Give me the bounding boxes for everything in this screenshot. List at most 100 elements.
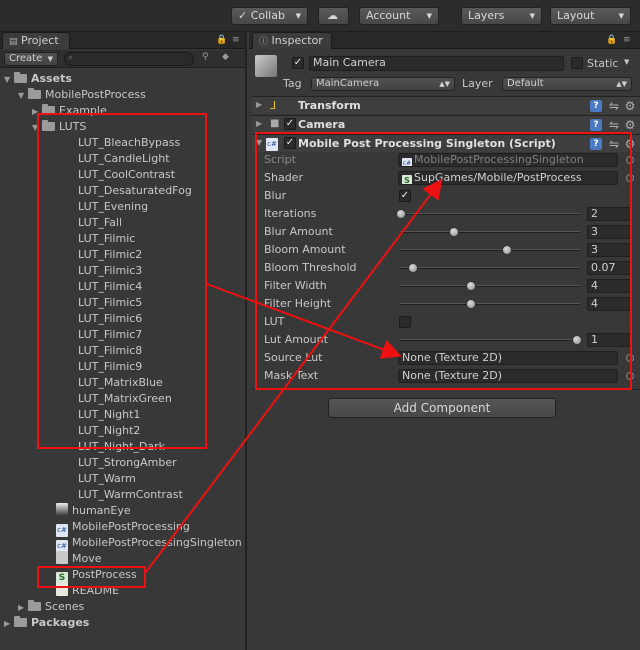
tree-item[interactable]: LUT_DesaturatedFog — [60, 183, 192, 199]
create-dropdown[interactable]: Create ▼ — [4, 52, 58, 66]
slider-value-field[interactable]: 4 — [587, 279, 631, 293]
tree-item[interactable]: c# MobilePostProcessing — [46, 519, 190, 537]
add-component-button[interactable]: Add Component — [328, 398, 556, 418]
slider-thumb[interactable] — [501, 245, 512, 255]
preset-icon[interactable]: ⇋ — [608, 100, 620, 112]
tree-item[interactable]: LUT_Filmic — [60, 231, 135, 247]
tree-item[interactable]: LUT_Filmic9 — [60, 359, 142, 375]
object-picker-icon[interactable] — [626, 354, 634, 362]
tree-item[interactable]: LUT_Filmic2 — [60, 247, 142, 263]
slider-value-field[interactable]: 0.07 — [587, 261, 631, 275]
blur-checkbox[interactable]: ✓ — [399, 190, 411, 202]
slider-value-field[interactable]: 3 — [587, 243, 631, 257]
lut-amount-slider[interactable] — [400, 339, 580, 341]
fold-open-icon[interactable]: ▼ — [4, 72, 14, 88]
fold-arrow-icon[interactable]: ▶ — [256, 119, 262, 128]
lock-icon[interactable]: 🔒 — [216, 35, 227, 45]
object-picker-icon[interactable] — [626, 372, 634, 380]
slider-value-field[interactable]: 4 — [587, 297, 631, 311]
camera-enabled-checkbox[interactable]: ✓ — [284, 118, 296, 130]
tab-project[interactable]: ▤ Project — [2, 32, 70, 49]
lock-icon[interactable]: 🔒 — [606, 35, 617, 45]
tab-menu-icon[interactable]: ≡ — [623, 35, 631, 45]
chevron-down-icon[interactable]: ▼ — [624, 58, 629, 66]
tree-item[interactable]: ▶ Packages — [4, 615, 89, 631]
tag-dropdown[interactable]: MainCamera ▲▼ — [311, 77, 455, 91]
camera-header[interactable]: ▶ ■ ✓ Camera ? ⇋ ⚙ — [252, 115, 640, 133]
tree-item[interactable]: LUT_CandleLight — [60, 151, 170, 167]
object-picker-icon[interactable] — [626, 156, 634, 164]
tree-item[interactable]: LUT_WarmContrast — [60, 487, 183, 503]
search-input[interactable]: ⌕ — [64, 52, 194, 66]
object-picker-icon[interactable] — [626, 174, 634, 182]
tab-inspector[interactable]: ⓘ Inspector — [252, 32, 332, 49]
tree-item[interactable]: LUT_StrongAmber — [60, 455, 177, 471]
tree-item[interactable]: ▶ Scenes — [18, 599, 84, 615]
transform-header[interactable]: ▶ ⅃ Transform ? ⇋ ⚙ — [252, 96, 640, 114]
tree-item[interactable]: ▼ LUTS — [32, 119, 86, 135]
layout-button[interactable]: Layout ▼ — [550, 7, 631, 25]
tree-item[interactable]: c# MobilePostProcessingSingleton — [46, 535, 242, 553]
active-checkbox[interactable]: ✓ — [292, 57, 304, 69]
slider-track[interactable] — [400, 213, 580, 215]
tree-item[interactable]: LUT_Filmic6 — [60, 311, 142, 327]
tree-item[interactable]: Move — [46, 551, 102, 567]
help-icon[interactable]: ? — [590, 138, 602, 150]
slider-track[interactable] — [400, 285, 580, 287]
layer-dropdown[interactable]: Default ▲▼ — [502, 77, 632, 91]
slider-thumb[interactable] — [448, 227, 459, 237]
tree-item[interactable]: LUT_Filmic5 — [60, 295, 142, 311]
script-component-header[interactable]: ▼ c# ✓ Mobile Post Processing Singleton … — [252, 134, 640, 152]
tree-item[interactable]: LUT_Fall — [60, 215, 122, 231]
fold-closed-icon[interactable]: ▶ — [18, 600, 28, 616]
tree-item[interactable]: ▼ Assets — [4, 71, 72, 87]
lut-amount-field[interactable]: 1 — [587, 333, 631, 347]
slider-track[interactable] — [400, 267, 580, 269]
lut-checkbox[interactable] — [399, 316, 411, 328]
slider-track[interactable] — [400, 249, 580, 251]
static-checkbox[interactable] — [571, 57, 583, 69]
collab-button[interactable]: ✓ Collab ▼ — [231, 7, 308, 25]
layers-button[interactable]: Layers ▼ — [461, 7, 542, 25]
tree-item[interactable]: LUT_Night1 — [60, 407, 140, 423]
gear-icon[interactable]: ⚙ — [624, 119, 636, 131]
slider-value-field[interactable]: 3 — [587, 225, 631, 239]
object-name-field[interactable]: Main Camera — [309, 56, 564, 71]
mask-text-field[interactable]: None (Texture 2D) — [398, 369, 618, 383]
script-enabled-checkbox[interactable]: ✓ — [284, 137, 296, 149]
tree-item[interactable]: LUT_Filmic4 — [60, 279, 142, 295]
tree-item[interactable]: LUT_MatrixBlue — [60, 375, 163, 391]
slider-value-field[interactable]: 2 — [587, 207, 631, 221]
source-lut-field[interactable]: None (Texture 2D) — [398, 351, 618, 365]
slider-track[interactable] — [400, 303, 580, 305]
tree-item[interactable]: LUT_Filmic8 — [60, 343, 142, 359]
gear-icon[interactable]: ⚙ — [624, 138, 636, 150]
fold-arrow-icon[interactable]: ▼ — [256, 138, 262, 147]
fold-closed-icon[interactable]: ▶ — [4, 616, 14, 632]
filter-by-type-icon[interactable]: ⚲ — [202, 52, 209, 62]
tree-item[interactable]: LUT_Filmic3 — [60, 263, 142, 279]
slider-track[interactable] — [400, 231, 580, 233]
help-icon[interactable]: ? — [590, 100, 602, 112]
preset-icon[interactable]: ⇋ — [608, 119, 620, 131]
account-button[interactable]: Account ▼ — [359, 7, 439, 25]
tree-item[interactable]: ▼ MobilePostProcess — [18, 87, 146, 103]
tab-menu-icon[interactable]: ≡ — [232, 35, 240, 45]
help-icon[interactable]: ? — [590, 119, 602, 131]
filter-by-label-icon[interactable]: ◆ — [222, 52, 229, 62]
tree-item[interactable]: LUT_CoolContrast — [60, 167, 175, 183]
tree-item[interactable]: humanEye — [46, 503, 131, 519]
fold-closed-icon[interactable]: ▶ — [32, 104, 42, 120]
tree-item[interactable]: ▶ Example — [32, 103, 107, 119]
shader-field[interactable]: S SupGames/Mobile/PostProcess — [398, 171, 618, 185]
cloud-button[interactable]: ☁ — [318, 7, 349, 25]
tree-item[interactable]: LUT_Evening — [60, 199, 148, 215]
gear-icon[interactable]: ⚙ — [624, 100, 636, 112]
tree-item[interactable]: LUT_Night_Dark — [60, 439, 165, 455]
fold-open-icon[interactable]: ▼ — [32, 120, 42, 136]
fold-arrow-icon[interactable]: ▶ — [256, 100, 262, 109]
tree-item[interactable]: LUT_BleachBypass — [60, 135, 180, 151]
preset-icon[interactable]: ⇋ — [608, 138, 620, 150]
tree-item[interactable]: LUT_MatrixGreen — [60, 391, 172, 407]
lut-amount-slider-thumb[interactable] — [572, 335, 582, 345]
